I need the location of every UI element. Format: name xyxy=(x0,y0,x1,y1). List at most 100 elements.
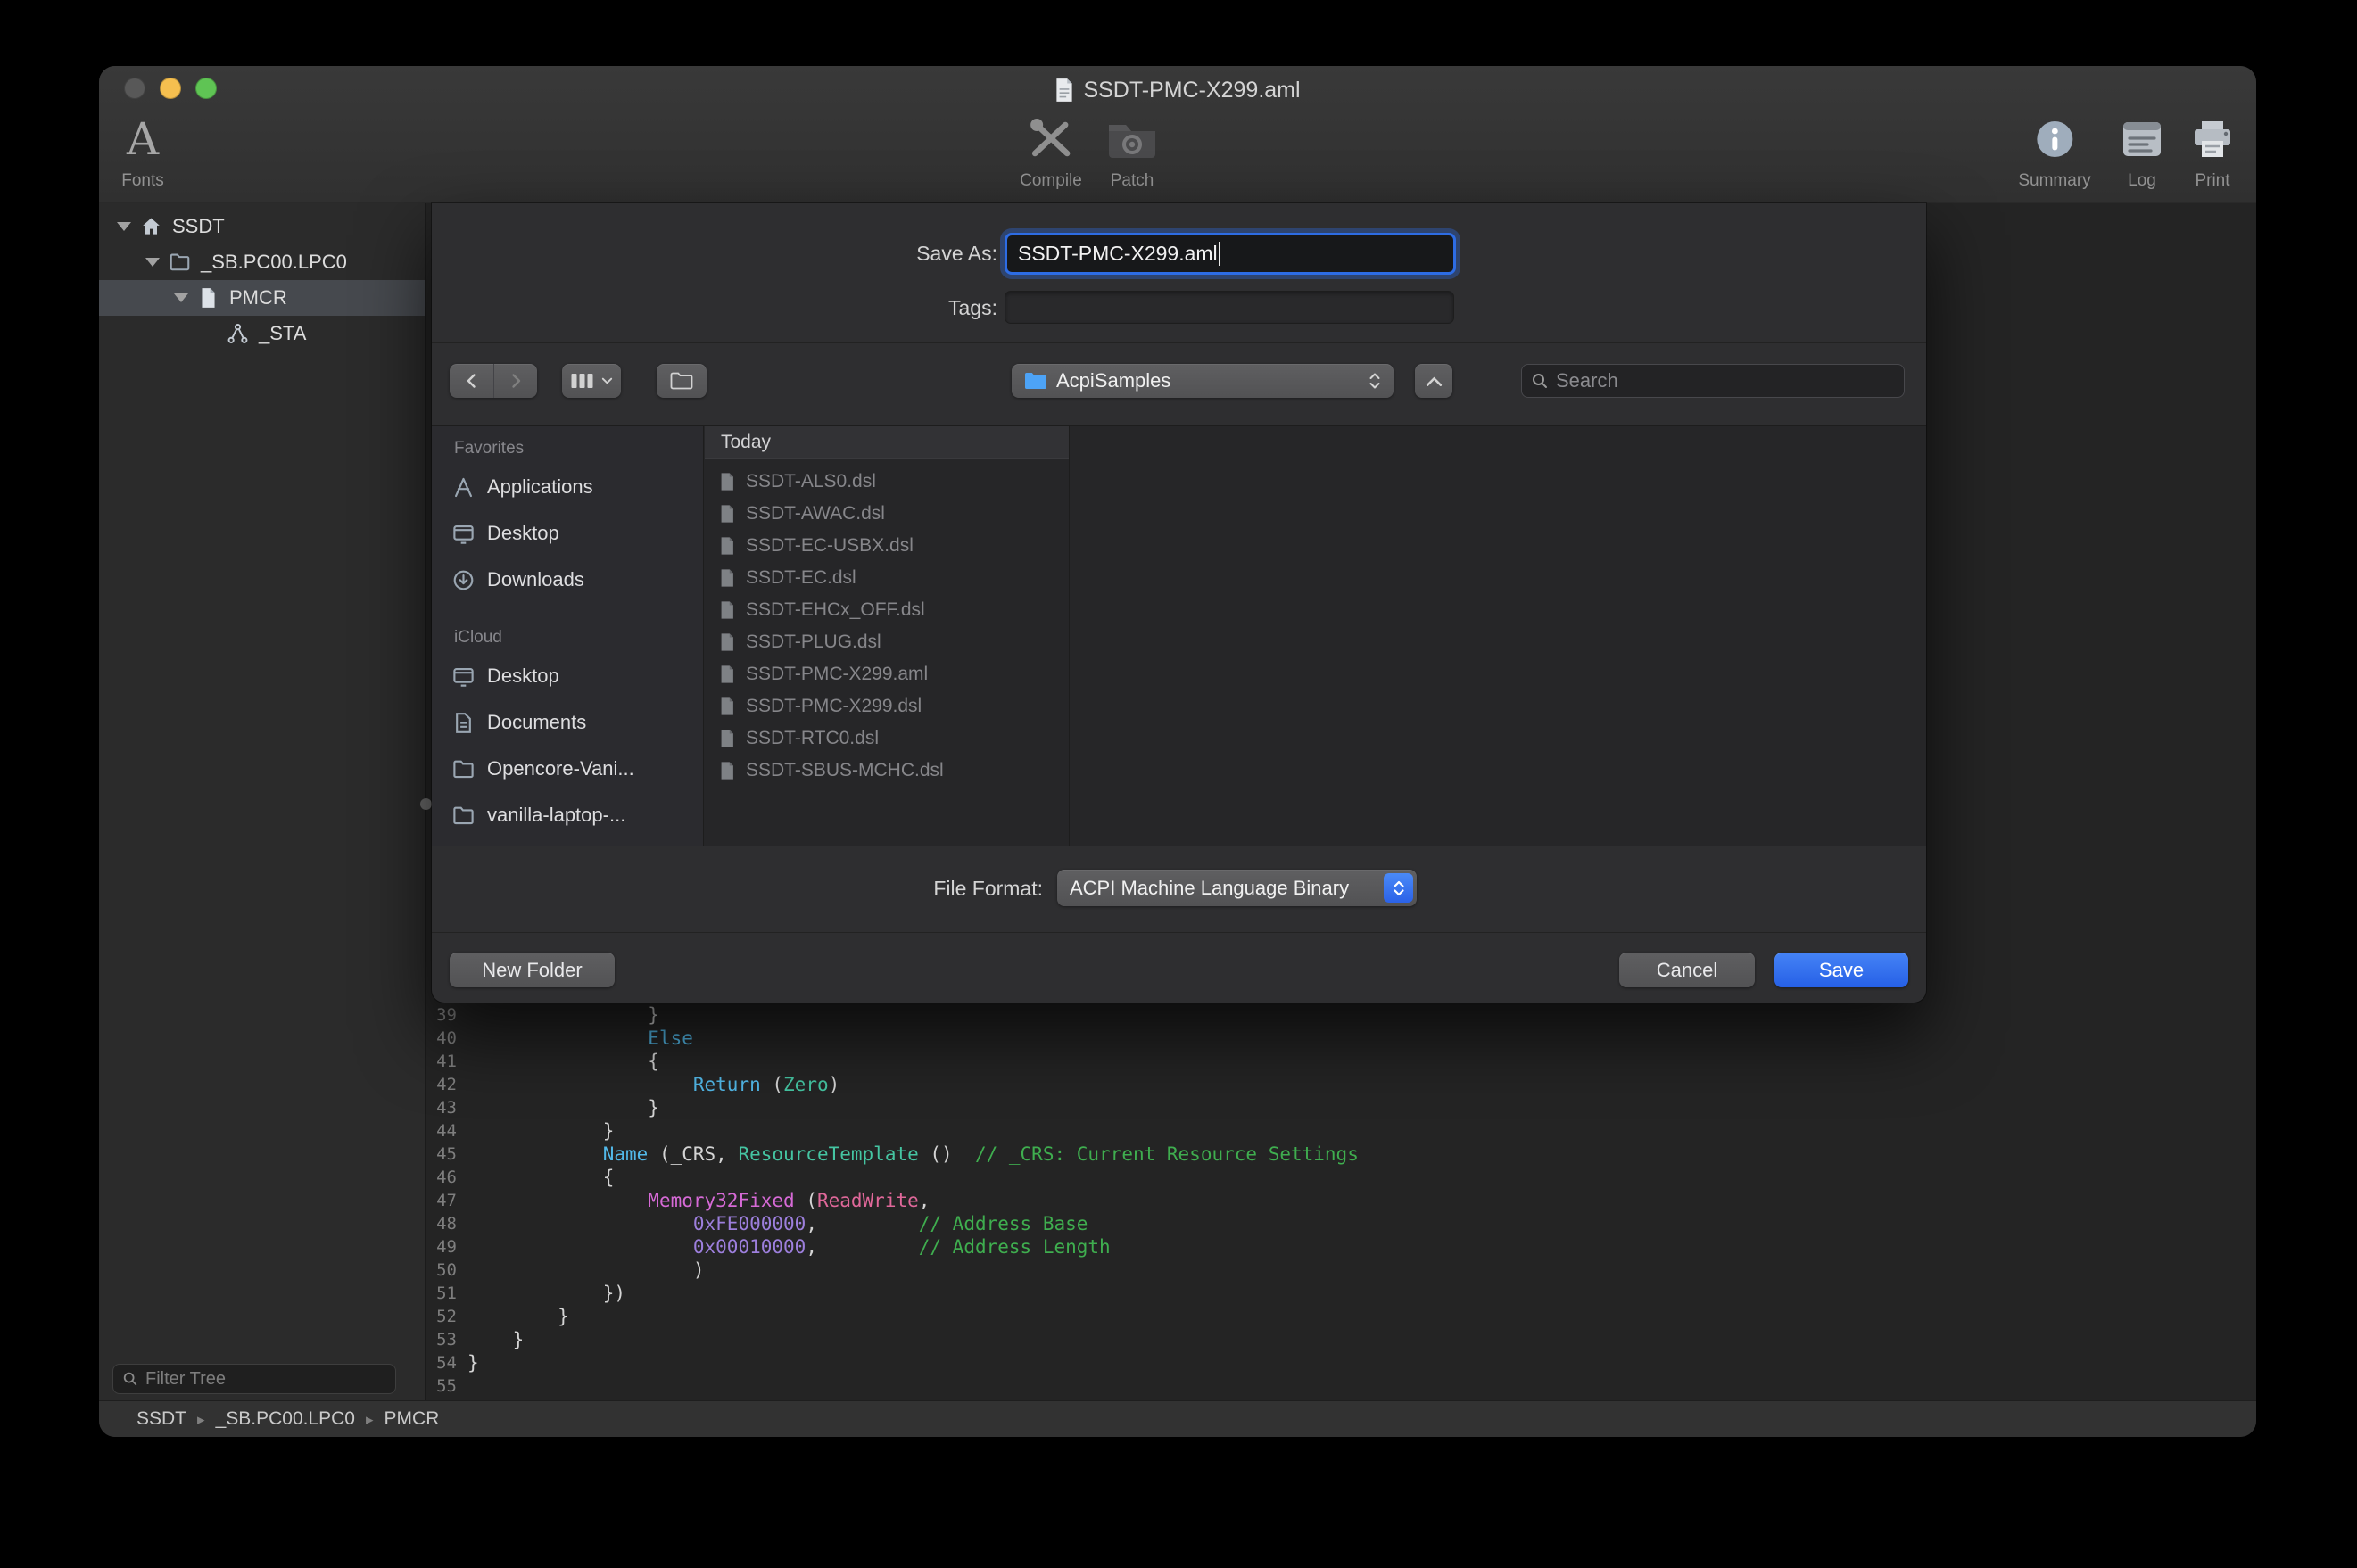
code-text: { xyxy=(467,1050,659,1073)
tags-label: Tags: xyxy=(432,296,997,320)
up-button[interactable] xyxy=(1415,364,1452,398)
search-input[interactable] xyxy=(1556,369,1895,392)
tree-item-sta[interactable]: _STA xyxy=(99,316,425,351)
breadcrumb: SSDT▸_SB.PC00.LPC0▸PMCR xyxy=(136,1408,439,1430)
applications-icon xyxy=(451,475,476,499)
location-label: AcpiSamples xyxy=(1056,369,1360,392)
code-line[interactable]: 45 Name (_CRS, ResourceTemplate () // _C… xyxy=(426,1143,2256,1166)
folder-icon xyxy=(168,251,192,274)
breadcrumb-separator: ▸ xyxy=(366,1411,374,1428)
code-line[interactable]: 44 } xyxy=(426,1119,2256,1143)
code-text: Return (Zero) xyxy=(467,1073,839,1096)
window-toolbar: SSDT-PMC-X299.aml A Fonts Compile Patch xyxy=(99,66,2256,202)
tags-input[interactable] xyxy=(1005,291,1454,324)
line-number: 45 xyxy=(426,1143,457,1166)
tree-item-label: PMCR xyxy=(229,286,287,309)
sidebar-item-desktop[interactable]: Desktop xyxy=(432,510,703,557)
disclosure-triangle[interactable] xyxy=(117,222,131,231)
file-row[interactable]: SSDT-SBUS-MCHC.dsl xyxy=(705,755,1069,787)
line-number: 48 xyxy=(426,1212,457,1235)
log-button[interactable]: Log xyxy=(2121,111,2163,191)
splitter-handle[interactable] xyxy=(420,798,432,810)
filter-tree-field[interactable] xyxy=(112,1364,396,1394)
divider xyxy=(432,932,1926,933)
code-line[interactable]: 41 { xyxy=(426,1050,2256,1073)
file-row[interactable]: SSDT-PMC-X299.dsl xyxy=(705,690,1069,722)
patch-button[interactable]: Patch xyxy=(1106,111,1158,191)
disclosure-triangle[interactable] xyxy=(174,293,188,302)
print-icon xyxy=(2191,111,2234,168)
file-icon xyxy=(717,631,737,653)
file-icon xyxy=(717,503,737,524)
disclosure-triangle[interactable] xyxy=(145,258,160,267)
code-line[interactable]: 52 } xyxy=(426,1305,2256,1328)
new-folder-button[interactable]: New Folder xyxy=(450,953,615,987)
filter-tree-input[interactable] xyxy=(145,1369,386,1390)
file-row[interactable]: SSDT-RTC0.dsl xyxy=(705,722,1069,755)
line-number: 39 xyxy=(426,1003,457,1027)
file-icon xyxy=(717,664,737,685)
file-row[interactable]: SSDT-EC-USBX.dsl xyxy=(705,530,1069,562)
file-format-popup[interactable]: ACPI Machine Language Binary xyxy=(1057,870,1417,906)
location-popup[interactable]: AcpiSamples xyxy=(1012,364,1394,398)
code-line[interactable]: 46 { xyxy=(426,1166,2256,1189)
file-row[interactable]: SSDT-PMC-X299.aml xyxy=(705,658,1069,690)
file-name: SSDT-ALS0.dsl xyxy=(746,471,876,492)
code-line[interactable]: 47 Memory32Fixed (ReadWrite, xyxy=(426,1189,2256,1212)
sidebar-item-opencore-vani[interactable]: Opencore-Vani... xyxy=(432,746,703,792)
summary-button[interactable]: Summary xyxy=(2018,111,2090,191)
sidebar-item-vanilla-laptop[interactable]: vanilla-laptop-... xyxy=(432,792,703,838)
code-line[interactable]: 50 ) xyxy=(426,1259,2256,1282)
code-line[interactable]: 42 Return (Zero) xyxy=(426,1073,2256,1096)
file-group-header: Today xyxy=(705,426,1070,459)
line-number: 46 xyxy=(426,1166,457,1189)
code-line[interactable]: 39 } xyxy=(426,1003,2256,1027)
view-mode-button[interactable] xyxy=(562,364,621,398)
code-line[interactable]: 51 }) xyxy=(426,1282,2256,1305)
code-line[interactable]: 55 xyxy=(426,1374,2256,1398)
compile-button[interactable]: Compile xyxy=(1020,111,1082,191)
fonts-button[interactable]: A Fonts xyxy=(121,111,164,191)
file-name: SSDT-PLUG.dsl xyxy=(746,631,881,653)
code-line[interactable]: 48 0xFE000000, // Address Base xyxy=(426,1212,2256,1235)
print-button[interactable]: Print xyxy=(2191,111,2234,191)
line-number: 55 xyxy=(426,1374,457,1398)
code-line[interactable]: 43 } xyxy=(426,1096,2256,1119)
file-row[interactable]: SSDT-PLUG.dsl xyxy=(705,626,1069,658)
filename-input[interactable]: SSDT-PMC-X299.aml xyxy=(1005,233,1456,275)
code-line[interactable]: 49 0x00010000, // Address Length xyxy=(426,1235,2256,1259)
file-row[interactable]: SSDT-ALS0.dsl xyxy=(705,466,1069,498)
breadcrumb-item: _SB.PC00.LPC0 xyxy=(216,1408,355,1429)
log-label: Log xyxy=(2128,171,2156,191)
code-line[interactable]: 54} xyxy=(426,1351,2256,1374)
line-number: 51 xyxy=(426,1282,457,1305)
sidebar-item-label: vanilla-laptop-... xyxy=(487,804,625,827)
file-row[interactable]: SSDT-EC.dsl xyxy=(705,562,1069,594)
save-button[interactable]: Save xyxy=(1774,953,1908,987)
back-button[interactable] xyxy=(450,364,493,398)
filename-value: SSDT-PMC-X299.aml xyxy=(1018,242,1218,266)
forward-button[interactable] xyxy=(493,364,537,398)
tree-item-pmcr[interactable]: PMCR xyxy=(99,280,425,316)
downloads-icon xyxy=(451,568,476,592)
sidebar-item-documents[interactable]: Documents xyxy=(432,699,703,746)
tree-item-ssdt[interactable]: SSDT xyxy=(99,209,425,244)
file-icon xyxy=(717,696,737,717)
sidebar-item-desktop[interactable]: Desktop xyxy=(432,653,703,699)
code-line[interactable]: 53 } xyxy=(426,1328,2256,1351)
folder-button[interactable] xyxy=(657,364,707,398)
code-text: Name (_CRS, ResourceTemplate () // _CRS:… xyxy=(467,1143,1359,1166)
history-buttons xyxy=(450,364,537,398)
sidebar-item-applications[interactable]: Applications xyxy=(432,464,703,510)
cancel-button[interactable]: Cancel xyxy=(1619,953,1755,987)
file-row[interactable]: SSDT-EHCx_OFF.dsl xyxy=(705,594,1069,626)
sidebar-item-downloads[interactable]: Downloads xyxy=(432,557,703,603)
file-row[interactable]: SSDT-AWAC.dsl xyxy=(705,498,1069,530)
line-number: 42 xyxy=(426,1073,457,1096)
code-line[interactable]: 40 Else xyxy=(426,1027,2256,1050)
window-title: SSDT-PMC-X299.aml xyxy=(99,74,2256,106)
file-icon xyxy=(717,567,737,589)
sidebar-item-label: Documents xyxy=(487,711,586,734)
tree-item-sb-pc00-lpc0[interactable]: _SB.PC00.LPC0 xyxy=(99,244,425,280)
search-field[interactable] xyxy=(1521,364,1905,398)
